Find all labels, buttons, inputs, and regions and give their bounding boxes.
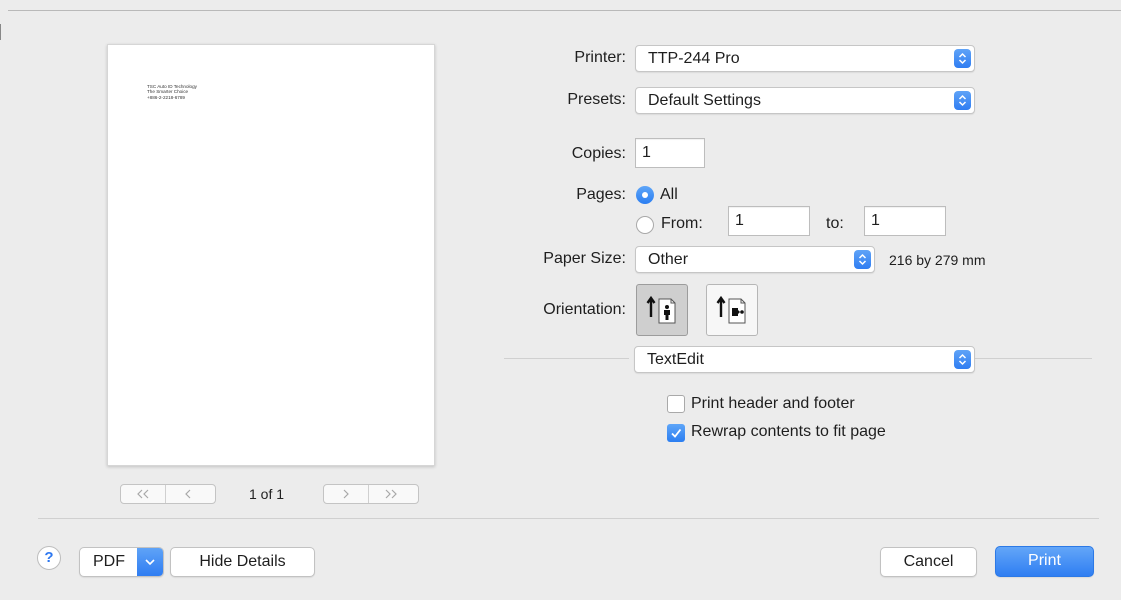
window-top-divider [8,10,1121,11]
pdf-menu-button[interactable]: PDF [79,547,164,577]
updown-arrows-icon [954,49,971,68]
paper-size-value: Other [648,251,689,268]
chevron-left-icon [184,489,190,499]
pdf-label: PDF [93,553,125,570]
hide-details-button[interactable]: Hide Details [170,547,315,577]
updown-arrows-icon [854,250,871,269]
pages-from-label: From: [661,215,703,232]
printer-popup[interactable]: TTP-244 Pro [635,45,975,72]
next-page-button[interactable] [324,485,368,503]
paper-size-popup[interactable]: Other [635,246,875,273]
updown-arrows-icon [954,350,971,369]
previous-page-button[interactable] [165,485,209,503]
pages-to-field[interactable]: 1 [864,206,946,236]
rewrap-contents-checkbox[interactable] [667,424,685,442]
orientation-label: Orientation: [543,301,626,318]
cancel-button[interactable]: Cancel [880,547,977,577]
section-divider-left [504,358,629,359]
pages-all-radio[interactable] [636,186,654,204]
landscape-orientation-icon [716,295,746,324]
portrait-orientation-icon [646,295,676,324]
section-divider-right [975,358,1092,359]
pages-to-label: to: [826,215,844,232]
page-preview-text: TSC Auto ID Technology The Smarter Choic… [147,84,197,100]
printer-value: TTP-244 Pro [648,50,740,67]
app-panel-popup[interactable]: TextEdit [634,346,975,373]
chevron-down-icon[interactable] [137,548,163,576]
print-header-footer-checkbox[interactable] [667,395,685,413]
checkmark-icon [671,428,682,438]
letterhead-line: +886-2-2218-6789 [147,94,185,100]
presets-value: Default Settings [648,92,761,109]
copies-label: Copies: [571,145,626,162]
double-chevron-right-icon [385,489,397,499]
pages-from-value: 1 [735,212,744,229]
printer-label: Printer: [574,49,626,66]
presets-popup[interactable]: Default Settings [635,87,975,114]
presets-label: Presets: [567,91,626,108]
pages-to-value: 1 [871,212,880,229]
pager-forward-group [323,484,419,504]
window-edge-mark [0,24,1,40]
double-chevron-left-icon [137,489,149,499]
print-button[interactable]: Print [995,546,1094,577]
portrait-orientation-button[interactable] [636,284,688,336]
pages-label: Pages: [576,186,626,203]
pages-from-field[interactable]: 1 [728,206,810,236]
page-count-label: 1 of 1 [249,486,285,502]
first-page-button[interactable] [121,485,165,503]
paper-size-dimensions: 216 by 279 mm [889,252,986,268]
copies-field[interactable]: 1 [635,138,705,168]
pages-from-radio[interactable] [636,216,654,234]
landscape-orientation-button[interactable] [706,284,758,336]
page-preview: TSC Auto ID Technology The Smarter Choic… [107,44,435,466]
updown-arrows-icon [954,91,971,110]
help-button[interactable]: ? [37,546,61,570]
paper-size-label: Paper Size: [543,250,626,267]
copies-value: 1 [642,144,651,161]
pager-back-group [120,484,216,504]
pages-all-label: All [660,186,678,203]
app-panel-value: TextEdit [647,351,704,368]
footer-divider [38,518,1099,519]
rewrap-contents-label: Rewrap contents to fit page [691,423,886,440]
last-page-button[interactable] [368,485,412,503]
chevron-right-icon [343,489,349,499]
print-header-footer-label: Print header and footer [691,395,855,412]
